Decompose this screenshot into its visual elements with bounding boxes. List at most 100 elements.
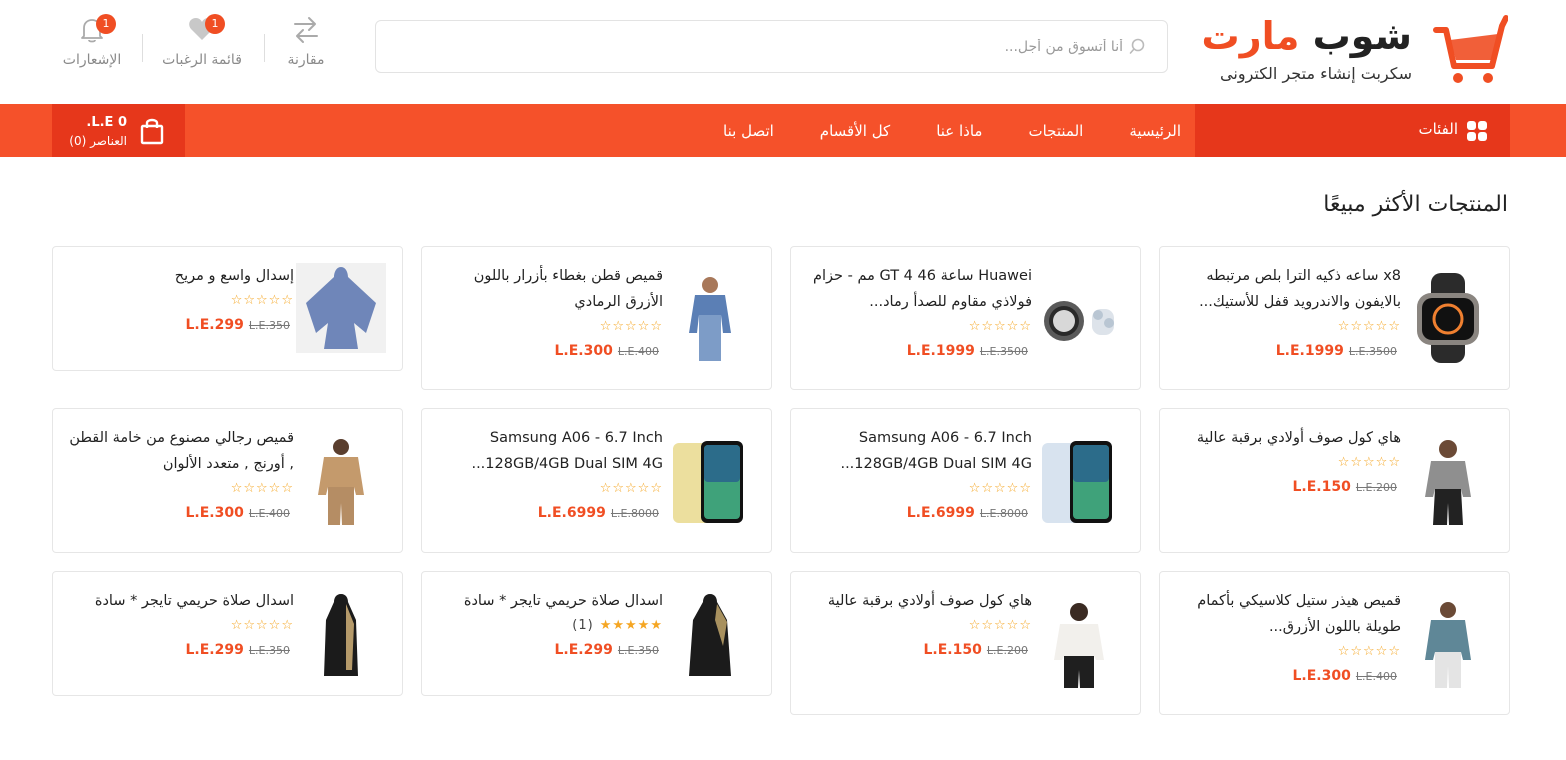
product-title[interactable]: قميص قطن بغطاء بأزرار باللون الأزرق الرم… [434, 263, 663, 315]
product-title[interactable]: x8 ساعه ذكيه الترا بلص مرتبطه بالايفون و… [1172, 263, 1401, 315]
product-title[interactable]: Samsung A06 - 6.7 Inch 128GB/4GB Dual SI… [803, 425, 1032, 477]
rating-stars: ☆☆☆☆☆ [968, 618, 1032, 633]
samsung-gold-image [673, 441, 743, 523]
product-card[interactable]: اسدال صلاة حريمي تايجر * سادة ★★★★★(1) L… [421, 571, 772, 696]
nav-link-about[interactable]: ماذا عنا [936, 122, 982, 140]
product-title[interactable]: هاي كول صوف أولادي برقبة عالية [1172, 425, 1401, 451]
heather-shirt-image [1425, 602, 1471, 688]
product-card[interactable]: إسدال واسع و مريح ☆☆☆☆☆ L.E.299 L.E.350 [52, 246, 403, 371]
rating-stars: ☆☆☆☆☆ [599, 319, 663, 334]
main-nav: الفئات الرئيسية المنتجات ماذا عنا كل الأ… [0, 104, 1566, 157]
product-title[interactable]: إسدال واسع و مريح [65, 263, 294, 289]
categories-button[interactable]: الفئات [1195, 104, 1510, 157]
notifications-label: الإشعارات [62, 52, 122, 68]
product-price: L.E.300 [1292, 668, 1351, 684]
compare-label: مقارنة [287, 52, 325, 68]
compare-button[interactable]: مقارنة [251, 16, 361, 76]
compare-icon [294, 17, 318, 43]
product-card[interactable]: Samsung A06 - 6.7 Inch 128GB/4GB Dual SI… [790, 408, 1141, 553]
rating-count: (1) [572, 618, 594, 633]
product-price: L.E.299 [185, 642, 244, 658]
rating-stars: ☆☆☆☆☆ [599, 481, 663, 496]
brand-title-accent: مارت [1201, 14, 1300, 58]
header-divider [264, 34, 265, 62]
product-price: L.E.1999 [1275, 343, 1344, 359]
product-old-price: L.E.200 [1355, 481, 1397, 494]
product-card[interactable]: قميص قطن بغطاء بأزرار باللون الأزرق الرم… [421, 246, 772, 390]
huawei-watch-image [1044, 301, 1114, 341]
product-price: L.E.6999 [906, 505, 975, 521]
shopping-bag-icon [140, 118, 164, 145]
product-price: L.E.300 [554, 343, 613, 359]
product-title[interactable]: قميص رجالي مصنوع من خامة القطن , أورنج ,… [65, 425, 294, 477]
product-title[interactable]: اسدال صلاة حريمي تايجر * سادة [65, 588, 294, 614]
product-card[interactable]: Huawei ساعة GT 4 46 مم - حزام فولاذي مقا… [790, 246, 1141, 390]
product-price: L.E.300 [185, 505, 244, 521]
product-old-price: L.E.400 [248, 507, 290, 520]
site-header: شوب مارت سكربت إنشاء متجر الكترونى مقارن… [0, 0, 1566, 104]
product-old-price: L.E.3500 [979, 345, 1028, 358]
rating-stars: ☆☆☆☆☆ [230, 618, 294, 633]
rating-stars: ☆☆☆☆☆ [1337, 319, 1401, 334]
product-card[interactable]: اسدال صلاة حريمي تايجر * سادة ☆☆☆☆☆ L.E.… [52, 571, 403, 696]
product-price: L.E.299 [185, 317, 244, 333]
tiger-prayer-dress-image [689, 594, 731, 676]
categories-label: الفئات [1418, 120, 1458, 138]
notifications-button[interactable]: 1 الإشعارات [37, 14, 147, 76]
cart-button[interactable]: 0 L.E. العناصر (0) [52, 104, 185, 157]
rating-stars: ☆☆☆☆☆ [230, 481, 294, 496]
product-title[interactable]: قميص هيذر ستيل كلاسيكي بأكمام طويلة بالل… [1172, 588, 1401, 640]
product-price: L.E.6999 [537, 505, 606, 521]
product-card[interactable]: هاي كول صوف أولادي برقبة عالية ☆☆☆☆☆ L.E… [790, 571, 1141, 715]
product-card[interactable]: x8 ساعه ذكيه الترا بلص مرتبطه بالايفون و… [1159, 246, 1510, 390]
wishlist-button[interactable]: 1 قائمة الرغبات [147, 14, 257, 76]
product-old-price: L.E.350 [617, 644, 659, 657]
kids-sweater-grey-image [1425, 440, 1471, 525]
rating-stars: ★★★★★(1) [572, 618, 663, 633]
grid-icon [1467, 121, 1487, 141]
nav-links: الرئيسية المنتجات ماذا عنا كل الأقسام ات… [723, 104, 1181, 157]
product-card[interactable]: قميص رجالي مصنوع من خامة القطن , أورنج ,… [52, 408, 403, 553]
notifications-badge: 1 [96, 14, 116, 34]
blue-shirt-image [689, 277, 731, 361]
samsung-blue-image [1042, 441, 1112, 523]
nav-link-home[interactable]: الرئيسية [1129, 122, 1181, 140]
product-card[interactable]: قميص هيذر ستيل كلاسيكي بأكمام طويلة بالل… [1159, 571, 1510, 715]
rating-stars: ☆☆☆☆☆ [968, 319, 1032, 334]
product-price: L.E.1999 [906, 343, 975, 359]
brand-title-dark: شوب [1312, 14, 1412, 58]
cart-items-count: العناصر (0) [69, 134, 127, 148]
section-title: المنتجات الأكثر مبيعًا [1323, 192, 1508, 217]
product-old-price: L.E.400 [1355, 670, 1397, 683]
product-old-price: L.E.350 [248, 319, 290, 332]
logo-cart-icon [1433, 15, 1508, 83]
search-box[interactable] [375, 20, 1168, 73]
tiger-prayer-dress-image-2 [324, 594, 358, 676]
product-title[interactable]: Huawei ساعة GT 4 46 مم - حزام فولاذي مقا… [803, 263, 1032, 315]
rating-stars: ☆☆☆☆☆ [968, 481, 1032, 496]
product-card[interactable]: هاي كول صوف أولادي برقبة عالية ☆☆☆☆☆ L.E… [1159, 408, 1510, 553]
product-old-price: L.E.200 [986, 644, 1028, 657]
nav-link-contact[interactable]: اتصل بنا [723, 122, 774, 140]
nav-link-products[interactable]: المنتجات [1028, 122, 1083, 140]
product-title[interactable]: هاي كول صوف أولادي برقبة عالية [803, 588, 1032, 614]
wishlist-label: قائمة الرغبات [162, 52, 242, 68]
product-card[interactable]: Samsung A06 - 6.7 Inch 128GB/4GB Dual SI… [421, 408, 772, 553]
product-title[interactable]: Samsung A06 - 6.7 Inch 128GB/4GB Dual SI… [434, 425, 663, 477]
product-price: L.E.150 [1292, 479, 1351, 495]
site-logo[interactable]: شوب مارت سكربت إنشاء متجر الكترونى [1202, 8, 1508, 90]
search-input[interactable] [423, 21, 1123, 72]
wishlist-badge: 1 [205, 14, 225, 34]
smartwatch-image [1417, 273, 1479, 363]
rating-stars: ☆☆☆☆☆ [230, 293, 294, 308]
prayer-dress-image [296, 263, 386, 353]
product-title[interactable]: اسدال صلاة حريمي تايجر * سادة [434, 588, 663, 614]
product-old-price: L.E.350 [248, 644, 290, 657]
product-old-price: L.E.8000 [979, 507, 1028, 520]
product-old-price: L.E.8000 [610, 507, 659, 520]
brand-title: شوب مارت [1202, 14, 1412, 58]
search-icon[interactable] [1129, 37, 1149, 57]
nav-link-all-sections[interactable]: كل الأقسام [820, 122, 890, 140]
rating-stars: ☆☆☆☆☆ [1337, 644, 1401, 659]
product-price: L.E.299 [554, 642, 613, 658]
